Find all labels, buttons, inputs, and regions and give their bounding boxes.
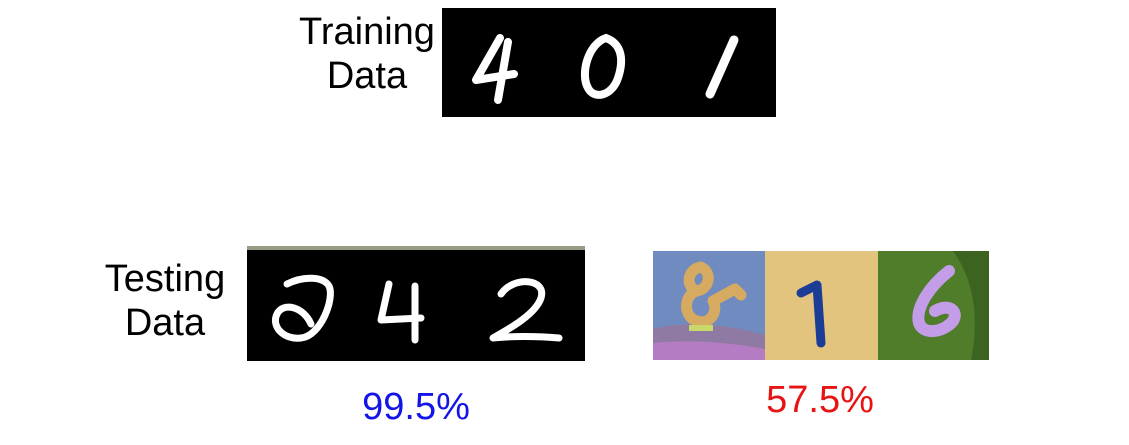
mnist-test-digit-strip bbox=[247, 246, 585, 361]
training-data-label: Training Data bbox=[262, 10, 472, 98]
training-label-line2: Data bbox=[326, 55, 408, 97]
colored-digits-accuracy: 57.5% bbox=[766, 379, 874, 421]
colored-test-digit-strip bbox=[653, 251, 989, 360]
testing-label-line1: Testing bbox=[104, 258, 226, 300]
mnist-accuracy: 99.5% bbox=[362, 386, 470, 428]
training-label-line1: Training bbox=[299, 11, 435, 53]
testing-data-label: Testing Data bbox=[60, 257, 270, 345]
training-digit-strip bbox=[442, 8, 776, 117]
testing-label-line2: Data bbox=[124, 302, 206, 344]
